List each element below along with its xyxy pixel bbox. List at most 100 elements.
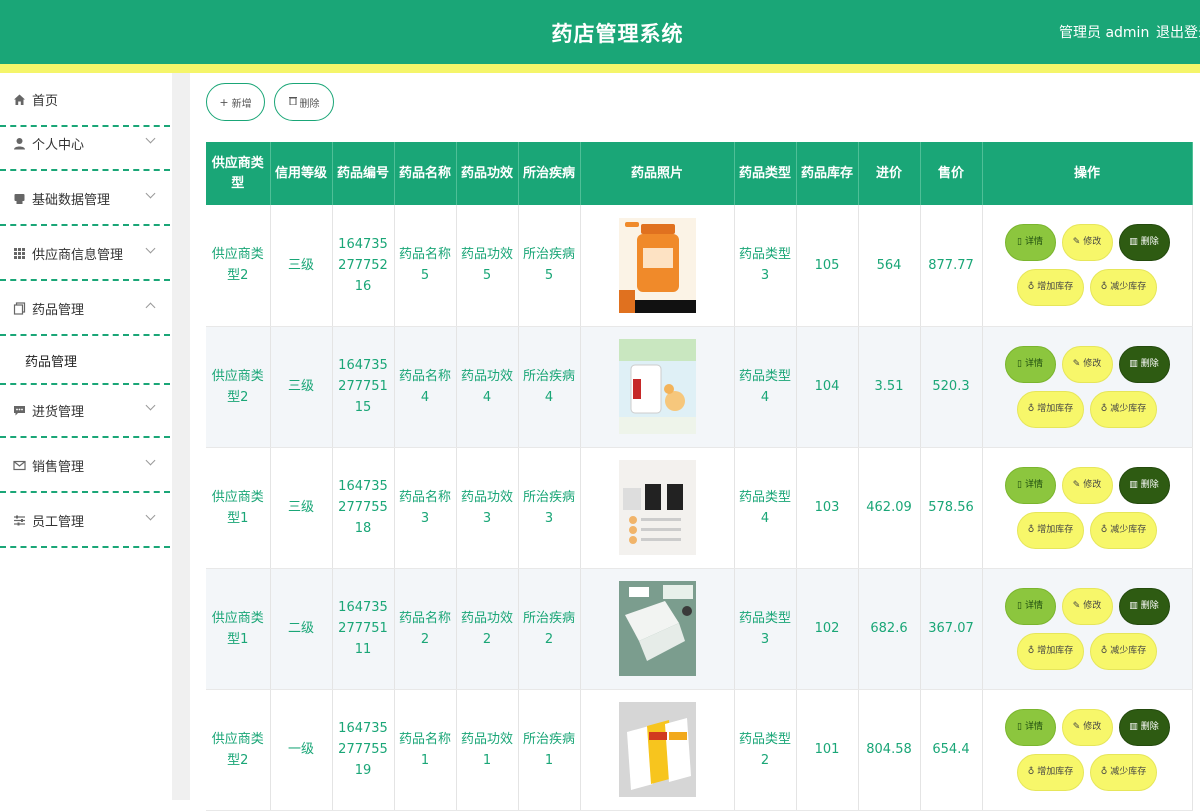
detail-button[interactable]: ▯ 详情 (1004, 466, 1056, 504)
delete-row-button[interactable]: ▥ 删除 (1118, 708, 1170, 746)
sidebar-gutter (172, 73, 190, 800)
user-icon (12, 136, 26, 150)
delete-row-button[interactable]: ▥ 删除 (1118, 466, 1170, 504)
sidebar-subitem-medicine-management[interactable]: 药品管理 (0, 337, 170, 385)
bulb-icon: ♁ (1027, 524, 1035, 535)
detail-button[interactable]: ▯ 详情 (1004, 587, 1056, 625)
delete-row-button[interactable]: ▥ 删除 (1118, 587, 1170, 625)
sidebar-item-label: 基础数据管理 (32, 192, 111, 208)
pencil-icon: ✎ (1072, 237, 1081, 248)
detail-button[interactable]: ▯ 详情 (1004, 708, 1056, 746)
cell-credit-level: 一级 (270, 689, 333, 811)
table-row: 供应商类型1 三级 16473527775518 药品名称3 药品功效3 所治疾… (206, 447, 1193, 569)
cell-medicine-type: 药品类型3 (734, 568, 797, 690)
pencil-icon: ✎ (1072, 479, 1081, 490)
add-stock-button[interactable]: ♁ 增加库存 (1017, 753, 1084, 791)
mail-icon (12, 458, 26, 472)
column-header: 药品类型 (734, 142, 797, 205)
sidebar-item-personal-center[interactable]: 个人中心 (0, 117, 170, 171)
bulb-icon: ♁ (1100, 645, 1108, 656)
logout-link[interactable]: 退出登录 (1156, 22, 1200, 42)
cell-medicine-effect: 药品功效5 (456, 205, 519, 327)
detail-button-label: 详情 (1024, 721, 1043, 732)
sidebar-subitem-label: 药品管理 (25, 354, 78, 370)
column-header: 药品名称 (394, 142, 457, 205)
cell-disease: 所治疾病1 (518, 689, 581, 811)
edit-button[interactable]: ✎ 修改 (1061, 708, 1113, 746)
cell-actions: ▯ 详情 ✎ 修改 ▥ 删除 ♁ 增加库存 ♁ 减少库存 (982, 447, 1193, 569)
message-icon (12, 403, 26, 417)
reduce-stock-button[interactable]: ♁ 减少库存 (1090, 632, 1157, 670)
cell-photo (580, 447, 735, 569)
chevron-down-icon (145, 400, 156, 411)
reduce-stock-button[interactable]: ♁ 减少库存 (1090, 390, 1157, 428)
add-stock-button[interactable]: ♁ 增加库存 (1017, 269, 1084, 307)
cell-actions: ▯ 详情 ✎ 修改 ▥ 删除 ♁ 增加库存 ♁ 减少库存 (982, 326, 1193, 448)
cell-medicine-type: 药品类型2 (734, 689, 797, 811)
cell-stock: 102 (796, 568, 859, 690)
reduce-stock-button[interactable]: ♁ 减少库存 (1090, 511, 1157, 549)
sidebar-item-label: 个人中心 (32, 137, 85, 153)
box-icon (12, 191, 26, 205)
column-header: 所治疾病 (518, 142, 581, 205)
edit-button[interactable]: ✎ 修改 (1061, 224, 1113, 262)
sidebar-item-label: 药品管理 (32, 302, 85, 318)
document-icon: ▯ (1017, 600, 1022, 611)
header-stripe (0, 64, 1200, 73)
cell-credit-level: 三级 (270, 447, 333, 569)
add-stock-label: 增加库存 (1037, 282, 1074, 293)
cell-cost-price: 682.6 (858, 568, 921, 690)
bulb-icon: ♁ (1027, 766, 1035, 777)
trash-icon: ▥ (1129, 237, 1138, 248)
cell-supplier-type: 供应商类型1 (206, 568, 271, 690)
detail-button[interactable]: ▯ 详情 (1004, 224, 1056, 262)
detail-button-label: 详情 (1024, 479, 1043, 490)
pencil-icon: ✎ (1072, 721, 1081, 732)
cell-medicine-code: 16473527775216 (332, 205, 395, 327)
add-button[interactable]: + 新增 (206, 83, 265, 121)
cell-disease: 所治疾病2 (518, 568, 581, 690)
sidebar-item-purchase[interactable]: 进货管理 (0, 384, 170, 438)
edit-button-label: 修改 (1083, 358, 1102, 369)
sidebar-item-sales[interactable]: 销售管理 (0, 439, 170, 493)
edit-button[interactable]: ✎ 修改 (1061, 345, 1113, 383)
reduce-stock-button[interactable]: ♁ 减少库存 (1090, 269, 1157, 307)
grid-icon (12, 246, 26, 260)
sidebar-item-supplier-info[interactable]: 供应商信息管理 (0, 227, 170, 281)
cell-medicine-name: 药品名称2 (394, 568, 457, 690)
plus-icon: + (219, 95, 229, 109)
medicine-table: 供应商类型 信用等级 药品编号 药品名称 药品功效 所治疾病 药品照片 药品类型… (206, 142, 1193, 811)
sidebar-item-medicine-management[interactable]: 药品管理 (0, 282, 170, 336)
add-stock-button[interactable]: ♁ 增加库存 (1017, 632, 1084, 670)
edit-button[interactable]: ✎ 修改 (1061, 587, 1113, 625)
bulb-icon: ♁ (1100, 524, 1108, 535)
reduce-stock-label: 减少库存 (1110, 645, 1147, 656)
add-stock-button[interactable]: ♁ 增加库存 (1017, 390, 1084, 428)
delete-row-button[interactable]: ▥ 删除 (1118, 345, 1170, 383)
cell-cost-price: 3.51 (858, 326, 921, 448)
delete-button-label: 删除 (1140, 237, 1159, 248)
add-stock-button[interactable]: ♁ 增加库存 (1017, 511, 1084, 549)
delete-row-button[interactable]: ▥ 删除 (1118, 224, 1170, 262)
cell-photo (580, 568, 735, 690)
sidebar-item-base-data[interactable]: 基础数据管理 (0, 172, 170, 226)
detail-button[interactable]: ▯ 详情 (1004, 345, 1056, 383)
cell-credit-level: 二级 (270, 568, 333, 690)
table-row: 供应商类型2 三级 16473527775115 药品名称4 药品功效4 所治疾… (206, 326, 1193, 448)
detail-button-label: 详情 (1024, 600, 1043, 611)
delete-selected-button[interactable]: 删除 (274, 83, 334, 121)
cell-credit-level: 三级 (270, 205, 333, 327)
edit-button[interactable]: ✎ 修改 (1061, 466, 1113, 504)
trash-icon: ▥ (1129, 479, 1138, 490)
cell-medicine-name: 药品名称1 (394, 689, 457, 811)
medicine-photo (618, 460, 696, 555)
sidebar-item-staff[interactable]: 员工管理 (0, 494, 170, 548)
reduce-stock-button[interactable]: ♁ 减少库存 (1090, 753, 1157, 791)
column-header: 进价 (858, 142, 921, 205)
document-icon: ▯ (1017, 237, 1022, 248)
chevron-down-icon (145, 243, 156, 254)
cell-medicine-name: 药品名称4 (394, 326, 457, 448)
cell-credit-level: 三级 (270, 326, 333, 448)
sidebar: 首页 个人中心 基础数据管理 供应商信息管理 药品管理 药品管理 进货管理 销售… (0, 73, 172, 800)
cell-disease: 所治疾病5 (518, 205, 581, 327)
